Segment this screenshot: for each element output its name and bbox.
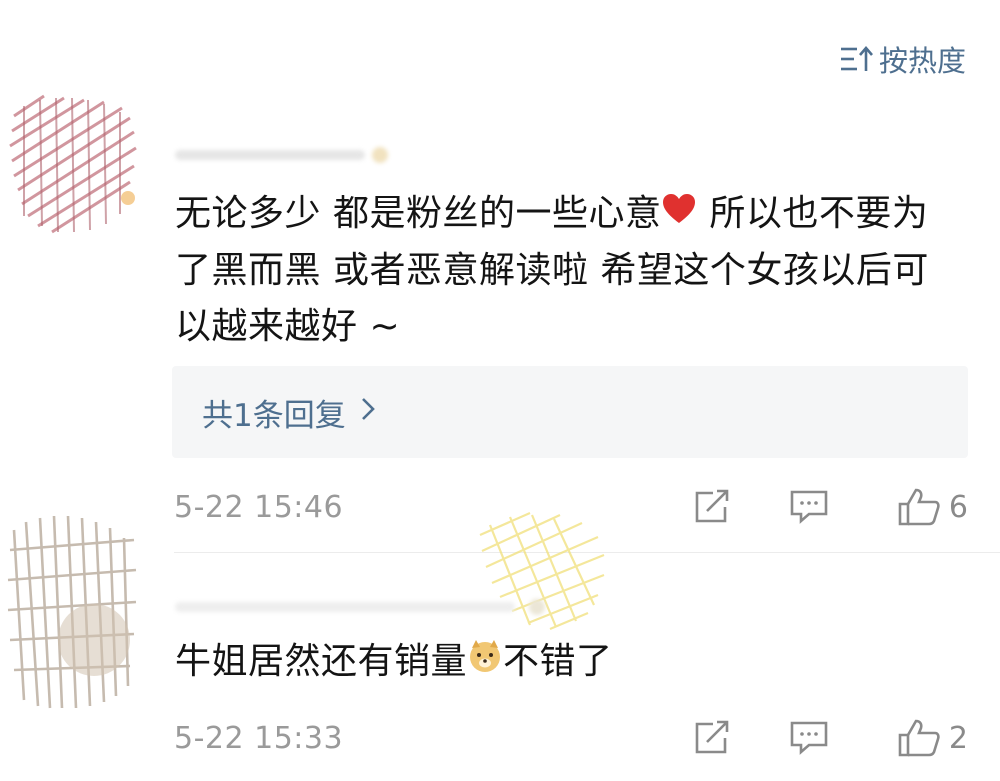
- username-obscured[interactable]: [175, 142, 395, 166]
- heart-emoji-icon: [661, 187, 697, 243]
- comment-text-part: 牛姐居然还有销量: [175, 641, 468, 682]
- comment-text: 无论多少 都是粉丝的一些心意 所以也不要为了黑而黑 或者恶意解读啦 希望这个女孩…: [175, 186, 955, 355]
- scribble-mark: [470, 505, 610, 639]
- doge-emoji-icon: [467, 635, 503, 691]
- forward-icon: [693, 489, 733, 525]
- comment-actions: 6: [693, 487, 968, 527]
- reply-button[interactable]: [789, 720, 829, 756]
- comment-actions: 2: [693, 718, 968, 758]
- comment-meta-row: 5-22 15:33 2: [174, 713, 968, 763]
- timestamp: 5-22 15:46: [174, 489, 344, 525]
- comment-page: 按热度 无论多少 都是粉丝的一些心意 所以也不要为了黑而黑 或者恶意解读啦 希望…: [0, 0, 1000, 781]
- thumbs-up-icon: [897, 487, 941, 527]
- username-obscured[interactable]: [175, 594, 555, 618]
- comment-icon: [789, 720, 829, 756]
- view-replies-link[interactable]: 共1条回复: [202, 390, 376, 435]
- sort-label: 按热度: [878, 44, 966, 78]
- chevron-right-icon: [360, 394, 376, 430]
- timestamp: 5-22 15:33: [174, 720, 344, 756]
- like-count: 2: [948, 720, 968, 756]
- reply-button[interactable]: [789, 489, 829, 525]
- forward-button[interactable]: [693, 489, 733, 525]
- replies-panel: 共1条回复: [172, 366, 968, 458]
- replies-count-label: 共1条回复: [202, 397, 346, 434]
- thumbs-up-icon: [897, 718, 941, 758]
- comment-text-part: 不错了: [503, 641, 613, 682]
- forward-icon: [693, 720, 733, 756]
- forward-button[interactable]: [693, 720, 733, 756]
- comment-icon: [789, 489, 829, 525]
- like-button[interactable]: 6: [889, 487, 968, 527]
- avatar[interactable]: [4, 510, 140, 710]
- comment-text: 牛姐居然还有销量 不错了: [175, 634, 955, 691]
- comment-text-part: 无论多少 都是粉丝的一些心意: [175, 193, 662, 234]
- sort-icon: [839, 44, 873, 74]
- like-button[interactable]: 2: [889, 718, 968, 758]
- like-count: 6: [948, 489, 968, 525]
- avatar[interactable]: [4, 86, 140, 236]
- sort-by-hot-button[interactable]: 按热度: [839, 38, 966, 80]
